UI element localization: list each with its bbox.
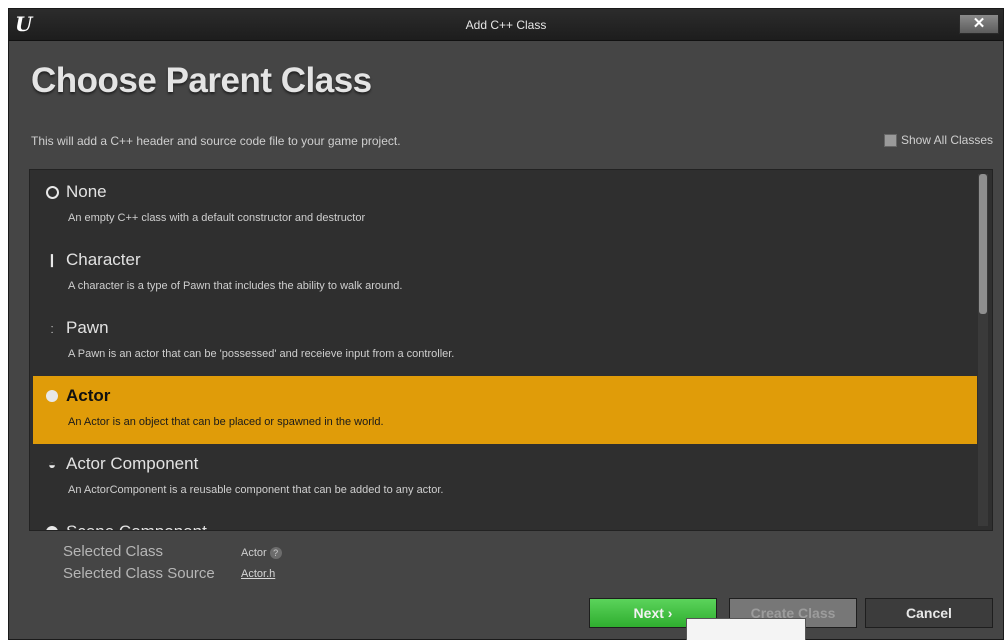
selected-class-name: Actor bbox=[241, 547, 267, 559]
class-item-scene-component[interactable]: Scene Component bbox=[33, 512, 977, 530]
class-name: Pawn bbox=[66, 318, 109, 337]
add-cpp-class-dialog: U Add C++ Class ✕ Choose Parent Class Th… bbox=[8, 8, 1004, 640]
class-name: Scene Component bbox=[66, 522, 207, 530]
class-list[interactable]: None An empty C++ class with a default c… bbox=[29, 169, 993, 531]
show-all-classes-checkbox[interactable] bbox=[883, 133, 897, 147]
actor-icon bbox=[43, 387, 61, 405]
scroll-thumb[interactable] bbox=[979, 174, 987, 314]
help-icon[interactable]: ? bbox=[269, 547, 282, 559]
selected-class-source-label: Selected Class Source bbox=[63, 565, 215, 582]
title-bar: U Add C++ Class ✕ bbox=[9, 9, 1003, 41]
description-text: This will add a C++ header and source co… bbox=[31, 134, 401, 148]
class-description: A character is a type of Pawn that inclu… bbox=[68, 280, 403, 292]
selected-class-source-link[interactable]: Actor.h bbox=[241, 568, 275, 580]
class-description: An empty C++ class with a default constr… bbox=[68, 212, 366, 224]
class-item-pawn[interactable]: ː Pawn A Pawn is an actor that can be 'p… bbox=[33, 308, 977, 376]
page-title: Choose Parent Class bbox=[31, 61, 372, 100]
class-description: An Actor is an object that can be placed… bbox=[68, 416, 384, 428]
class-name: None bbox=[66, 182, 107, 201]
pawn-icon: ː bbox=[50, 320, 54, 336]
window-title: Add C++ Class bbox=[465, 18, 547, 32]
actor-component-icon: ◒ bbox=[48, 456, 56, 472]
class-item-actor[interactable]: Actor An Actor is an object that can be … bbox=[33, 376, 977, 444]
selected-class-value: Actor ? bbox=[241, 547, 282, 559]
class-name: Character bbox=[66, 250, 141, 269]
show-all-classes-toggle[interactable]: Show All Classes bbox=[883, 133, 993, 147]
character-icon: ❙ bbox=[46, 252, 58, 267]
scene-component-icon bbox=[43, 523, 61, 530]
class-item-character[interactable]: ❙ Character A character is a type of Paw… bbox=[33, 240, 977, 308]
show-all-classes-label: Show All Classes bbox=[900, 133, 993, 147]
class-item-actor-component[interactable]: ◒ Actor Component An ActorComponent is a… bbox=[33, 444, 977, 512]
class-description: A Pawn is an actor that can be 'possesse… bbox=[68, 348, 455, 360]
tooltip bbox=[686, 618, 806, 640]
class-name: Actor bbox=[66, 386, 111, 405]
class-description: An ActorComponent is a reusable componen… bbox=[68, 484, 444, 496]
list-scrollbar[interactable] bbox=[978, 174, 988, 526]
class-item-none[interactable]: None An empty C++ class with a default c… bbox=[33, 172, 977, 240]
close-button[interactable]: ✕ bbox=[959, 14, 999, 34]
selected-class-label: Selected Class bbox=[63, 543, 164, 560]
class-name: Actor Component bbox=[66, 454, 199, 473]
ring-icon bbox=[43, 183, 61, 201]
cancel-button[interactable]: Cancel bbox=[865, 598, 993, 628]
